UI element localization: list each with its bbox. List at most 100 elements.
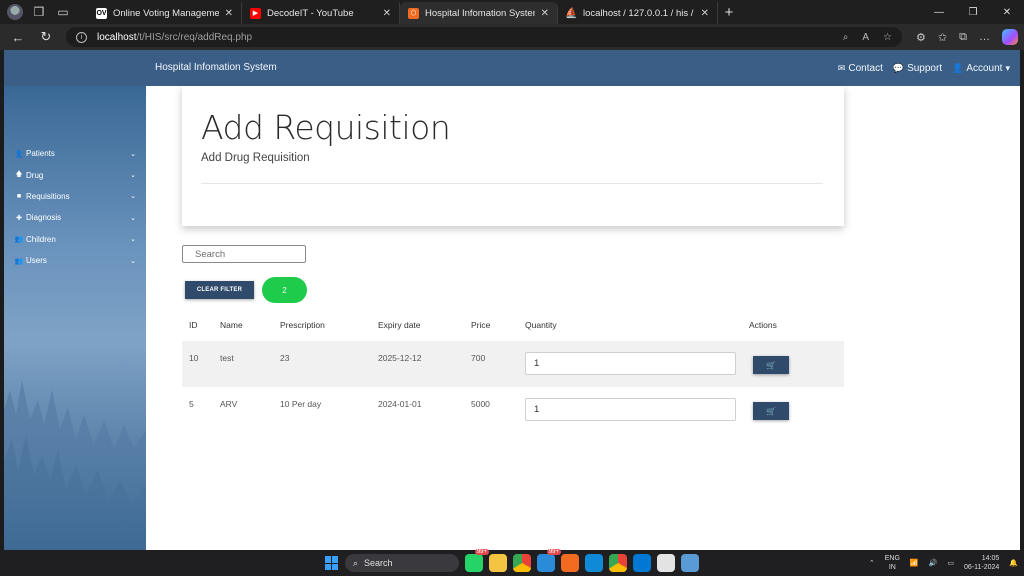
zoom-icon[interactable]: ⌕ [843, 32, 849, 43]
column-header-expiry: Expiry date [378, 320, 421, 330]
cart-icon: 🛒 [766, 360, 776, 370]
extensions-icon[interactable]: ⚙ [916, 31, 926, 44]
page-title: Add Requisition [201, 108, 451, 147]
cell-name: test [220, 353, 234, 363]
collections-icon[interactable]: ⧉ [959, 31, 967, 44]
workspaces-icon[interactable]: ❒ [30, 3, 48, 21]
header-card: Add Requisition Add Drug Requisition [182, 86, 844, 226]
notepad-app-icon[interactable] [657, 554, 675, 572]
sidebar-item-label: Drug [26, 170, 44, 180]
nav-account-label: Account [966, 62, 1003, 74]
browser-tab-0[interactable]: OV Online Voting Management Syste ✕ [88, 2, 242, 24]
browser-tab-1[interactable]: ▶ DecodeIT - YouTube ✕ [242, 2, 400, 24]
users-icon: 👥 [14, 236, 24, 244]
cell-prescription: 23 [280, 353, 290, 363]
users-icon: 👥 [14, 257, 24, 265]
chevron-down-icon: ⌄ [130, 236, 136, 244]
cell-id: 5 [189, 399, 194, 409]
quantity-input[interactable] [525, 352, 736, 375]
close-tab-icon[interactable]: ✕ [225, 8, 233, 19]
close-tab-icon[interactable]: ✕ [541, 8, 549, 19]
youtube-favicon-icon: ▶ [250, 7, 261, 19]
notification-bell-icon[interactable]: 🔔 [1009, 559, 1018, 567]
cell-prescription: 10 Per day [280, 399, 322, 409]
windows-taskbar: ⌕ Search 99+ 99+ ⌃ ENG IN 📶 🔊 ▭ 14:05 06… [0, 549, 1024, 576]
sidebar-item-drug[interactable]: 🡅 Drug ⌄ [14, 164, 138, 185]
favorite-star-icon[interactable]: ☆ [883, 32, 892, 43]
chevron-down-icon: ⌄ [130, 214, 136, 222]
whatsapp-app-icon[interactable]: 99+ [465, 549, 489, 572]
cell-actions: 🛒 [749, 341, 844, 374]
close-tab-icon[interactable]: ✕ [383, 8, 391, 19]
sidebar-item-children[interactable]: 👥 Children ⌄ [14, 229, 138, 250]
site-info-icon[interactable]: i [76, 31, 87, 43]
address-bar-row: ← ↻ i localhost/t/HIS/src/req/addReq.php… [0, 24, 1024, 50]
tab-actions-icon[interactable]: ▭ [54, 3, 72, 21]
user-icon: 👤 [952, 62, 964, 73]
sidebar-menu: 👤 Patients ⌄ 🡅 Drug ⌄ ■ Requisitions ⌄ ✚… [14, 143, 138, 271]
wifi-icon[interactable]: 📶 [910, 559, 919, 567]
edge-app-icon[interactable] [585, 554, 603, 572]
sidebar-item-label: Requisitions [26, 191, 70, 201]
caret-down-icon: ▾ [1005, 62, 1010, 73]
chrome-app-icon[interactable] [513, 554, 531, 572]
nav-support-label: Support [907, 62, 943, 74]
close-tab-icon[interactable]: ✕ [701, 8, 709, 19]
chevron-up-icon[interactable]: ⌃ [869, 559, 875, 567]
sidebar-item-diagnosis[interactable]: ✚ Diagnosis ⌄ [14, 207, 138, 228]
clock[interactable]: 14:05 06-11-2024 [964, 554, 999, 572]
quantity-input[interactable] [525, 398, 736, 421]
url-field[interactable]: i localhost/t/HIS/src/req/addReq.php ⌕ A… [66, 27, 902, 47]
clear-filter-button[interactable]: CLEAR FILTER [185, 281, 254, 299]
taskbar-search-box[interactable]: ⌕ Search [345, 554, 459, 572]
copilot-icon[interactable] [1002, 29, 1018, 45]
restore-icon[interactable]: ❐ [956, 0, 990, 24]
cell-price: 5000 [471, 399, 490, 409]
table-header: ID Name Prescription Expiry date Price Q… [182, 309, 844, 341]
cart-icon: 🛒 [766, 406, 776, 416]
browser-tab-2[interactable]: ⬡ Hospital Infomation System ✕ [400, 2, 558, 24]
web-page: Hospital Infomation System ✉ Contact 💬 S… [4, 50, 1020, 550]
page-subtitle: Add Drug Requisition [201, 152, 310, 164]
minimize-icon[interactable]: — [922, 0, 956, 24]
add-to-cart-button[interactable]: 🛒 [753, 402, 789, 420]
read-aloud-icon[interactable]: A [862, 32, 869, 43]
more-menu-icon[interactable]: … [979, 31, 990, 43]
navbar-brand[interactable]: Hospital Infomation System [155, 50, 277, 86]
profile-avatar-icon[interactable] [6, 3, 24, 21]
url-host: localhost [97, 31, 137, 43]
url-path: /t/HIS/src/req/addReq.php [136, 31, 253, 43]
sidebar-item-patients[interactable]: 👤 Patients ⌄ [14, 143, 138, 164]
chrome-profile-icon[interactable] [609, 554, 627, 572]
sidebar-item-users[interactable]: 👥 Users ⌄ [14, 250, 138, 271]
language-indicator[interactable]: ENG IN [885, 554, 900, 572]
new-tab-plus-icon[interactable]: + [718, 4, 740, 21]
app-icon[interactable] [681, 554, 699, 572]
file-explorer-icon[interactable] [489, 554, 507, 572]
volume-icon[interactable]: 🔊 [929, 559, 938, 567]
add-to-cart-button[interactable]: 🛒 [753, 356, 789, 374]
sidebar-item-label: Children [26, 234, 56, 244]
refresh-icon[interactable]: ↻ [32, 24, 60, 50]
xampp-app-icon[interactable] [561, 554, 579, 572]
column-header-prescription: Prescription [280, 320, 325, 330]
app-icon[interactable]: 99+ [537, 549, 561, 572]
nav-contact-label: Contact [848, 62, 883, 74]
column-header-name: Name [220, 320, 243, 330]
search-input[interactable] [182, 245, 306, 263]
sidebar-item-requisitions[interactable]: ■ Requisitions ⌄ [14, 186, 138, 207]
nav-account-dropdown[interactable]: 👤 Account ▾ [952, 63, 1010, 74]
close-window-icon[interactable]: ✕ [990, 0, 1024, 24]
favorites-icon[interactable]: ✩ [938, 31, 947, 44]
back-arrow-icon[interactable]: ← [4, 24, 32, 50]
nav-support-link[interactable]: 💬 Support [893, 63, 942, 74]
sidebar-item-label: Diagnosis [26, 213, 62, 223]
battery-icon[interactable]: ▭ [947, 559, 954, 567]
sidebar: 👤 Patients ⌄ 🡅 Drug ⌄ ■ Requisitions ⌄ ✚… [4, 86, 146, 550]
divider [201, 183, 823, 184]
sidebar-item-label: Patients [26, 149, 55, 159]
nav-contact-link[interactable]: ✉ Contact [838, 63, 883, 74]
browser-tab-3[interactable]: ⛵ localhost / 127.0.0.1 / his / users | … [558, 2, 718, 24]
windows-start-icon[interactable] [325, 556, 339, 570]
vscode-app-icon[interactable] [633, 554, 651, 572]
